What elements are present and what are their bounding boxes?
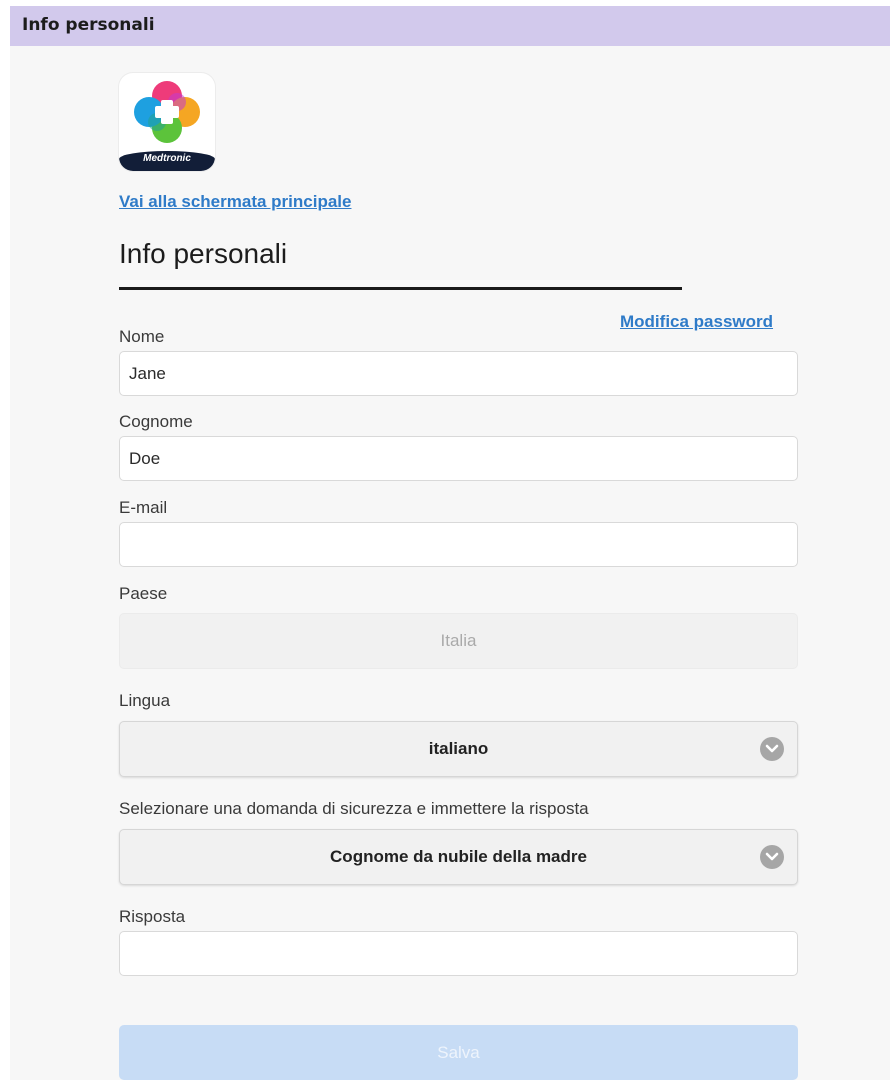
- page-title: Info personali: [119, 238, 288, 269]
- last-name-field[interactable]: [119, 436, 798, 481]
- email-field[interactable]: [119, 522, 798, 567]
- chevron-down-icon: [760, 737, 784, 761]
- answer-field[interactable]: [119, 931, 798, 976]
- save-button[interactable]: Salva: [119, 1025, 798, 1080]
- medtronic-app-icon: Medtronic: [119, 73, 215, 171]
- security-question-value: Cognome da nubile della madre: [330, 847, 587, 866]
- title-divider: [119, 287, 682, 290]
- logo-brand-text: Medtronic: [143, 153, 191, 164]
- first-name-field[interactable]: [119, 351, 798, 396]
- language-label: Lingua: [119, 691, 171, 710]
- country-label: Paese: [119, 584, 168, 603]
- country-field: Italia: [119, 613, 798, 669]
- language-value: italiano: [428, 739, 489, 758]
- answer-label: Risposta: [119, 907, 186, 926]
- window-title: Info personali: [22, 15, 155, 35]
- change-password-link[interactable]: Modifica password: [620, 312, 773, 332]
- security-question-label: Selezionare una domanda di sicurezza e i…: [119, 799, 589, 818]
- last-name-label: Cognome: [119, 412, 193, 431]
- home-screen-link[interactable]: Vai alla schermata principale: [119, 192, 351, 212]
- security-question-select[interactable]: Cognome da nubile della madre: [119, 829, 798, 885]
- chevron-down-icon: [760, 845, 784, 869]
- medtronic-cross-icon: [134, 81, 200, 143]
- email-label: E-mail: [119, 498, 168, 517]
- window-title-bar: Info personali: [10, 6, 890, 46]
- first-name-label: Nome: [119, 327, 165, 346]
- language-select[interactable]: italiano: [119, 721, 798, 777]
